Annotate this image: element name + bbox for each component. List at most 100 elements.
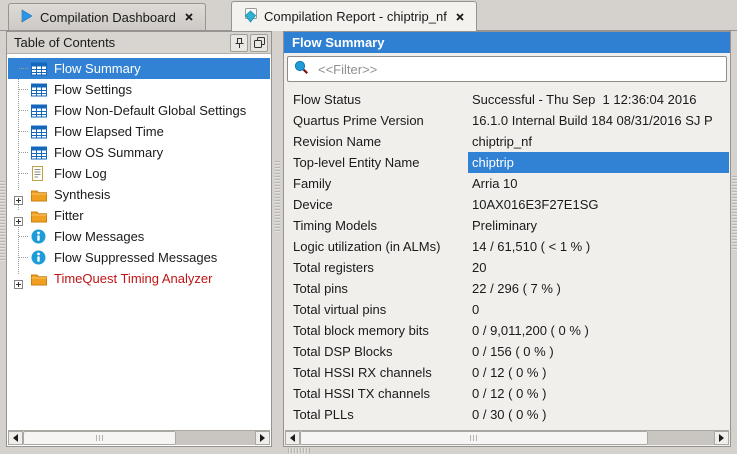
report-row-total-hssi-rx-channels[interactable]: Total HSSI RX channels 0 / 12 ( 0 % ): [285, 362, 729, 383]
row-value[interactable]: Successful - Thu Sep 1 12:36:04 2016: [468, 89, 729, 110]
tab-label: Compilation Report - chiptrip_nf: [264, 9, 447, 24]
report-row-logic-utilization-in-alms[interactable]: Logic utilization (in ALMs) 14 / 61,510 (…: [285, 236, 729, 257]
tree-guide-stub: [19, 173, 28, 174]
row-label: Total block memory bits: [293, 320, 429, 341]
tree-guide-stub: [19, 152, 28, 153]
report-row-revision-name[interactable]: Revision Namechiptrip_nf: [285, 131, 729, 152]
expand-plus-icon[interactable]: [14, 211, 23, 220]
expand-plus-icon[interactable]: [14, 190, 23, 199]
toc-horizontal-scrollbar[interactable]: [8, 430, 270, 445]
row-label: Family: [293, 173, 331, 194]
scrollbar-thumb[interactable]: [23, 431, 176, 445]
close-icon[interactable]: [183, 11, 195, 23]
toc-item-label: Flow Non-Default Global Settings: [54, 100, 246, 121]
toc-item-flow-suppressed-messages[interactable]: Flow Suppressed Messages: [8, 247, 270, 268]
toc-item-flow-elapsed-time[interactable]: Flow Elapsed Time: [8, 121, 270, 142]
right-dock-splitter[interactable]: [731, 31, 737, 447]
folder-icon: [31, 208, 47, 223]
row-value[interactable]: 14 / 61,510 ( < 1 % ): [468, 236, 729, 257]
expand-plus-icon[interactable]: [14, 274, 23, 283]
row-label: Total HSSI RX channels: [293, 362, 432, 383]
scroll-right-button[interactable]: [255, 431, 270, 445]
toc-tree: Flow SummaryFlow SettingsFlow Non-Defaul…: [8, 54, 270, 429]
row-value[interactable]: 0 / 156 ( 0 % ): [468, 341, 729, 362]
scroll-right-button[interactable]: [714, 431, 729, 445]
toc-item-flow-messages[interactable]: Flow Messages: [8, 226, 270, 247]
toc-item-flow-log[interactable]: Flow Log: [8, 163, 270, 184]
report-row-device[interactable]: Device 10AX016E3F27E1SG: [285, 194, 729, 215]
info-icon: [31, 250, 47, 265]
toc-item-synthesis[interactable]: Synthesis: [8, 184, 270, 205]
row-value[interactable]: Preliminary: [468, 215, 729, 236]
row-label: Device: [293, 194, 333, 215]
report-row-total-pins[interactable]: Total pins22 / 296 ( 7 % ): [285, 278, 729, 299]
toc-item-label: Flow Log: [54, 163, 107, 184]
toc-item-label: Flow Elapsed Time: [54, 121, 164, 142]
report-row-flow-status[interactable]: Flow StatusSuccessful - Thu Sep 1 12:36:…: [285, 89, 729, 110]
toc-item-label: Flow Messages: [54, 226, 144, 247]
row-value[interactable]: Arria 10: [468, 173, 729, 194]
toc-item-flow-settings[interactable]: Flow Settings: [8, 79, 270, 100]
toc-item-timequest-timing-analyzer[interactable]: TimeQuest Timing Analyzer: [8, 268, 270, 289]
report-icon: [242, 8, 257, 26]
toc-item-flow-non-default-global-settings[interactable]: Flow Non-Default Global Settings: [8, 100, 270, 121]
table-icon: [31, 124, 47, 139]
toc-item-flow-os-summary[interactable]: Flow OS Summary: [8, 142, 270, 163]
tree-guide-stub: [19, 131, 28, 132]
toc-item-label: Flow Settings: [54, 79, 132, 100]
tree-guide-stub: [19, 110, 28, 111]
scrollbar-thumb[interactable]: [300, 431, 648, 445]
pin-icon[interactable]: [230, 34, 248, 52]
row-label: Total HSSI TX channels: [293, 383, 430, 404]
scroll-left-button[interactable]: [285, 431, 300, 445]
report-row-total-registers[interactable]: Total registers 20: [285, 257, 729, 278]
report-horizontal-scrollbar[interactable]: [285, 430, 729, 445]
tab-label: Compilation Dashboard: [40, 10, 176, 25]
tree-guide-stub: [19, 68, 28, 69]
table-icon: [31, 103, 47, 118]
row-label: Logic utilization (in ALMs): [293, 236, 440, 257]
row-value[interactable]: 0: [468, 299, 729, 320]
close-icon[interactable]: [454, 11, 466, 23]
row-value[interactable]: chiptrip: [468, 152, 729, 173]
row-label: Total PLLs: [293, 404, 354, 425]
row-value[interactable]: 22 / 296 ( 7 % ): [468, 278, 729, 299]
report-row-total-hssi-tx-channels[interactable]: Total HSSI TX channels 0 / 12 ( 0 % ): [285, 383, 729, 404]
row-label: Total DSP Blocks: [293, 341, 392, 362]
row-value[interactable]: 10AX016E3F27E1SG: [468, 194, 729, 215]
row-value[interactable]: 0 / 30 ( 0 % ): [468, 404, 729, 425]
folder-icon: [31, 187, 47, 202]
row-value[interactable]: chiptrip_nf: [468, 131, 729, 152]
report-row-timing-models[interactable]: Timing ModelsPreliminary: [285, 215, 729, 236]
row-value[interactable]: 20: [468, 257, 729, 278]
row-value[interactable]: 0 / 12 ( 0 % ): [468, 383, 729, 404]
toc-item-flow-summary[interactable]: Flow Summary: [8, 58, 270, 79]
report-row-total-block-memory-bits[interactable]: Total block memory bits 0 / 9,011,200 ( 0…: [285, 320, 729, 341]
bottom-dock-splitter[interactable]: [288, 448, 310, 453]
scrollbar-track[interactable]: [176, 431, 255, 445]
flow-summary-panel: Flow Summary Flow StatusSuccessful - Thu…: [283, 31, 731, 447]
row-value[interactable]: 0 / 9,011,200 ( 0 % ): [468, 320, 729, 341]
row-label: Top-level Entity Name: [293, 152, 419, 173]
scrollbar-track[interactable]: [648, 431, 714, 445]
report-row-total-plls[interactable]: Total PLLs 0 / 30 ( 0 % ): [285, 404, 729, 425]
report-row-total-dsp-blocks[interactable]: Total DSP Blocks 0 / 156 ( 0 % ): [285, 341, 729, 362]
report-row-top-level-entity-name[interactable]: Top-level Entity Name chiptrip: [285, 152, 729, 173]
row-value[interactable]: 16.1.0 Internal Build 184 08/31/2016 SJ …: [468, 110, 729, 131]
toc-item-fitter[interactable]: Fitter: [8, 205, 270, 226]
float-window-icon[interactable]: [250, 34, 268, 52]
report-row-family[interactable]: Family Arria 10: [285, 173, 729, 194]
table-icon: [31, 82, 47, 97]
tab-compilation-report[interactable]: Compilation Report - chiptrip_nf: [231, 1, 477, 31]
report-row-total-virtual-pins[interactable]: Total virtual pins0: [285, 299, 729, 320]
panel-splitter[interactable]: [272, 31, 283, 447]
tab-compilation-dashboard[interactable]: Compilation Dashboard: [8, 3, 206, 30]
scroll-left-button[interactable]: [8, 431, 23, 445]
filter-input[interactable]: [316, 61, 720, 78]
row-value[interactable]: 0 / 12 ( 0 % ): [468, 362, 729, 383]
quartus-compilation-report-window: Compilation Dashboard Compilation Report…: [0, 0, 737, 454]
report-row-quartus-prime-version[interactable]: Quartus Prime Version16.1.0 Internal Bui…: [285, 110, 729, 131]
row-label: Total registers: [293, 257, 374, 278]
tab-bar: Compilation Dashboard Compilation Report…: [0, 0, 737, 31]
toc-title: Table of Contents: [14, 35, 228, 50]
